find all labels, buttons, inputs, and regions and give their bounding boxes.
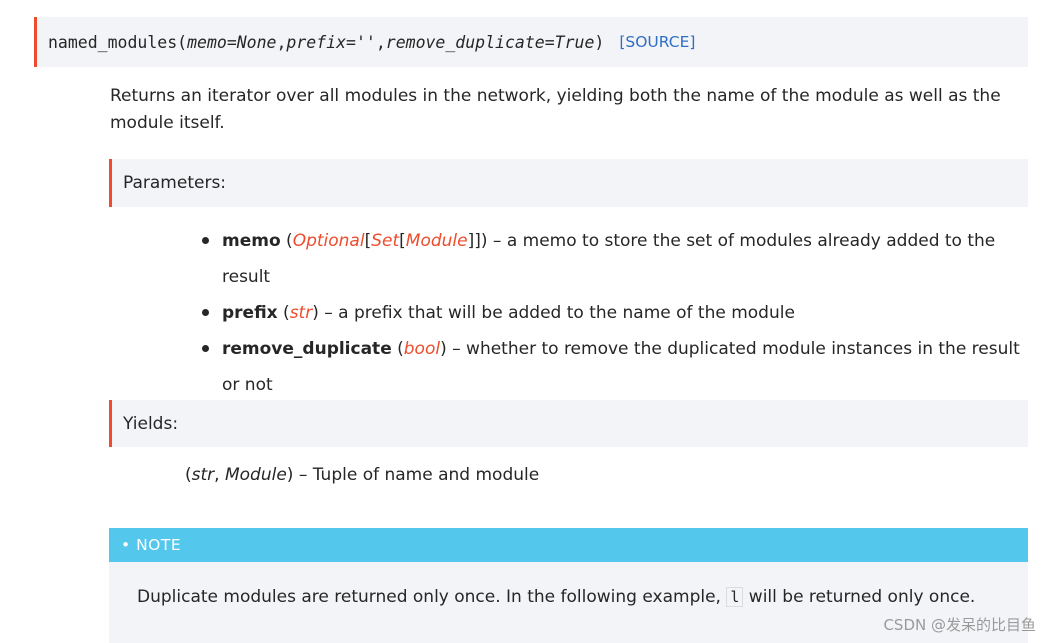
param-type-link[interactable]: str <box>290 303 313 323</box>
param-type-link[interactable]: bool <box>404 339 440 359</box>
signature-param-memo: memo=None <box>187 32 277 52</box>
signature-param-prefix: prefix='' <box>286 32 376 52</box>
param-type-link[interactable]: Module <box>406 231 468 251</box>
signature-separator: , <box>276 32 287 52</box>
note-heading: • NOTE <box>121 536 182 554</box>
param-type-open: ( <box>280 231 293 251</box>
signature-open-paren: ( <box>177 32 188 52</box>
parameters-heading-label: Parameters: <box>123 173 227 193</box>
yields-type-str: str <box>191 465 215 485</box>
watermark: CSDN @发呆的比目鱼 <box>883 616 1036 634</box>
list-item: prefix (str) – a prefix that will be add… <box>200 295 1020 331</box>
function-name: named_modules <box>48 32 178 52</box>
param-description: – a prefix that will be added to the nam… <box>318 303 795 323</box>
param-type-close: ) <box>480 231 488 251</box>
yields-open-paren: ( <box>185 465 192 485</box>
yields-text: – Tuple of name and module <box>293 465 540 485</box>
signature-separator: , <box>375 32 386 52</box>
yields-heading-label: Yields: <box>123 413 179 434</box>
signature-close-paren: ) <box>594 32 605 52</box>
yields-heading: Yields: <box>109 400 1028 447</box>
note-inline-code: l <box>726 587 744 607</box>
param-type-bracket: ]] <box>467 231 481 251</box>
list-item: memo (Optional[Set[Module]]) – a memo to… <box>200 223 1020 295</box>
function-description: Returns an iterator over all modules in … <box>110 86 1001 133</box>
yields-type-module: Module <box>224 465 287 485</box>
param-type-link[interactable]: Set <box>371 231 399 251</box>
param-name: prefix <box>222 303 278 323</box>
param-name: memo <box>222 231 281 251</box>
parameters-heading: Parameters: <box>109 159 1028 207</box>
param-type-link[interactable]: Optional <box>293 231 365 251</box>
param-name: remove_duplicate <box>222 339 392 359</box>
param-type-close: ) <box>440 339 447 359</box>
signature-param-remove-duplicate: remove_duplicate=True <box>385 32 595 52</box>
param-type-open: ( <box>391 339 404 359</box>
yields-comma: , <box>214 465 225 485</box>
note-text-before: Duplicate modules are returned only once… <box>137 587 727 607</box>
source-link[interactable]: [SOURCE] <box>619 33 695 51</box>
yields-description: (str, Module) – Tuple of name and module <box>185 462 539 489</box>
param-type-bracket: [ <box>399 231 406 251</box>
list-item: remove_duplicate (bool) – whether to rem… <box>200 331 1020 403</box>
function-signature: named_modules(memo=None, prefix='', remo… <box>34 17 1028 67</box>
note-text-after: will be returned only once. <box>743 587 976 607</box>
note-header: • NOTE <box>109 528 1028 562</box>
parameters-list: memo (Optional[Set[Module]]) – a memo to… <box>200 223 1020 403</box>
param-type-open: ( <box>277 303 290 323</box>
param-type-close: ) <box>312 303 319 323</box>
